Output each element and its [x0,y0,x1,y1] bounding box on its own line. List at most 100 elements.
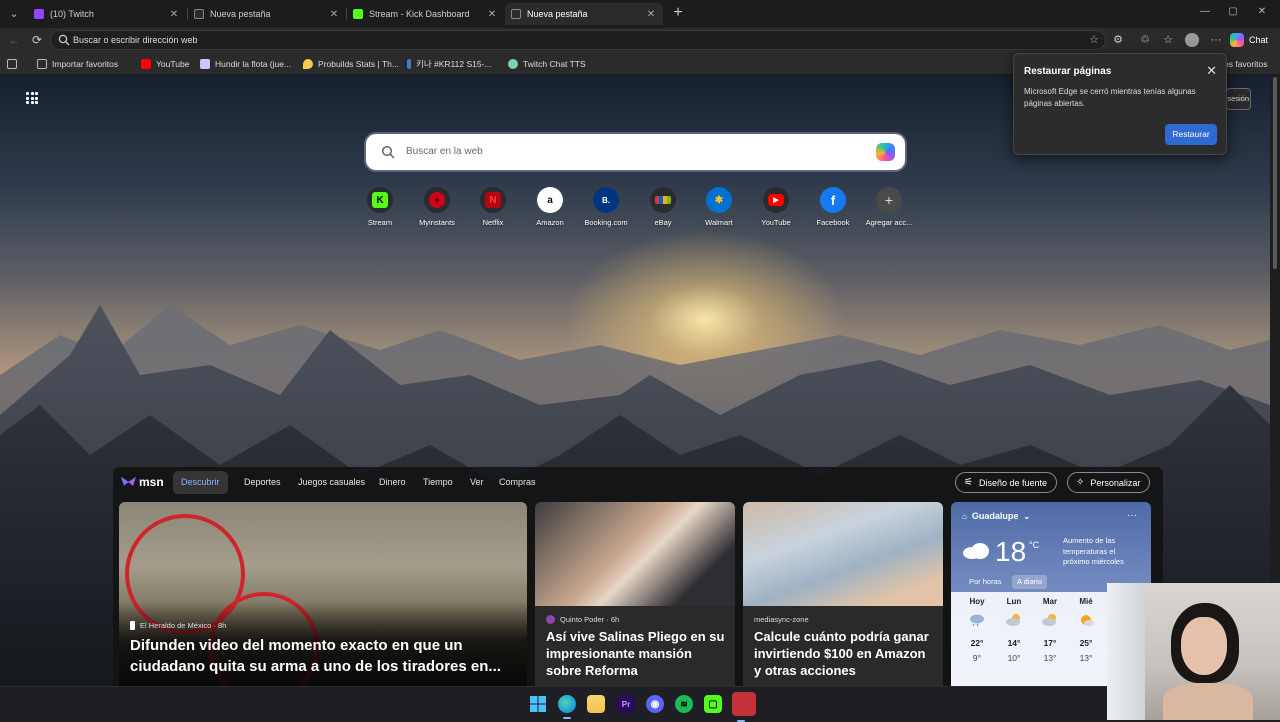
close-icon[interactable]: ✕ [1206,63,1217,79]
news-card-image [743,502,943,606]
quick-link-ebay[interactable]: eBay [635,187,691,227]
start-icon[interactable] [529,695,547,713]
premiere-icon[interactable]: Pr [617,695,635,713]
forecast-day[interactable]: Mar 17° 13° [1032,597,1068,663]
news-source: mediasync-zone [754,615,809,624]
quick-link-amazon[interactable]: a Amazon [522,187,578,227]
copilot-icon [1230,33,1244,47]
bookmark-import-favorites[interactable]: Importar favoritos [37,57,118,70]
weather-tab-hourly[interactable]: Por horas [964,575,1007,589]
web-search-box[interactable]: Buscar en la web [366,134,905,170]
tab-new-tab-active[interactable]: Nueva pestaña ✕ [505,3,663,25]
file-explorer-icon[interactable] [587,695,605,713]
new-tab-plus-icon[interactable]: + [670,4,686,22]
quick-link-walmart[interactable]: ✱ Walmart [691,187,747,227]
tab-new-tab-1[interactable]: Nueva pestaña ✕ [188,3,346,25]
msn-tab-deportes[interactable]: Deportes [236,471,289,494]
tab-close-icon[interactable]: ✕ [168,9,180,20]
maximize-icon[interactable]: ▢ [1225,6,1241,17]
bookmark-twitch-chat-tts[interactable]: Twitch Chat TTS [508,57,586,70]
bookmark-hundir-la-flota[interactable]: Hundir la flota (jue... [200,57,291,70]
personalize-button[interactable]: ✧ Personalizar [1067,472,1151,493]
weather-location[interactable]: ⌂ Guadalupe ⌄ [962,511,1030,521]
profile-avatar[interactable] [1185,33,1199,47]
quick-link-facebook[interactable]: f Facebook [805,187,861,227]
source-logo-icon [546,615,555,624]
spotify-icon[interactable]: ≋ [675,695,693,713]
address-bar[interactable]: Buscar o escribir dirección web ☆ [50,30,1106,50]
more-options-icon[interactable]: ··· [1127,510,1137,521]
msn-tab-tiempo[interactable]: Tiempo [415,471,461,494]
tab-kick-dashboard[interactable]: Stream - Kick Dashboard ✕ [347,3,504,25]
font-design-button[interactable]: ⚟ Diseño de fuente [955,472,1058,493]
news-headline[interactable]: Difunden video del momento exacto en que… [130,635,522,677]
forecast-day[interactable]: Mié 25° 13° [1068,597,1104,663]
msn-tab-compras[interactable]: Compras [491,471,544,494]
battleship-icon [200,58,210,69]
home-icon: ⌂ [962,511,967,521]
temperature-unit[interactable]: °C [1029,540,1039,550]
msn-tab-descubrir[interactable]: Descubrir [173,471,228,494]
extensions-icon[interactable]: ⚙ [1111,33,1125,47]
msn-tab-dinero[interactable]: Dinero [371,471,414,494]
refresh-icon[interactable]: ⟳ [29,32,45,48]
msn-tab-juegos-casuales[interactable]: Juegos casuales [290,471,373,494]
bookmark-kr112[interactable]: 키나 #KR112 S15-... [407,57,492,70]
edge-icon[interactable] [558,695,576,719]
web-search-input[interactable]: Buscar en la web [406,146,483,157]
quick-link-myinstants[interactable]: ● Myinstants [409,187,465,227]
forecast-day[interactable]: Lun 14° 10° [996,597,1032,663]
copilot-icon[interactable] [876,143,895,161]
back-icon[interactable]: ← [6,32,22,48]
kick-icon: K [367,187,393,213]
bookmark-youtube[interactable]: YouTube [141,57,189,70]
quick-link-add-shortcut[interactable]: + Agregar acc... [861,187,917,227]
more-options-icon[interactable]: ··· [1209,33,1223,47]
walmart-icon: ✱ [706,187,732,213]
msn-tab-ver[interactable]: Ver [462,471,492,494]
sliders-icon: ⚟ [964,477,973,488]
copilot-chat-button[interactable]: Chat [1230,32,1268,48]
quick-link-booking[interactable]: B. Booking.com [578,187,634,227]
signin-button[interactable]: sesión [1226,88,1251,110]
close-window-icon[interactable]: ✕ [1254,6,1270,17]
kick-app-icon[interactable]: ▢ [704,695,722,713]
tab-close-icon[interactable]: ✕ [486,9,498,20]
apps-launcher-icon[interactable] [26,92,38,104]
address-input[interactable]: Buscar o escribir dirección web [73,35,198,45]
news-card[interactable]: mediasync-zone Calcule cuánto podría gan… [743,502,943,686]
news-headline[interactable]: Calcule cuánto podría ganar invirtiendo … [754,628,936,679]
scrollbar-thumb[interactable] [1273,77,1277,269]
news-card[interactable]: Quinto Poder · 6h Así vive Salinas Plieg… [535,502,735,686]
weather-alert[interactable]: Aumento de las temperaturas el próximo m… [1063,536,1143,568]
bookmark-probuilds[interactable]: Probuilds Stats | Th... [303,57,399,70]
add-favorite-star-icon[interactable]: ☆ [1089,33,1099,46]
news-card-featured[interactable]: El Heraldo de México · 8h Difunden video… [119,502,527,686]
cloud-icon [963,543,989,559]
tab-close-icon[interactable]: ✕ [328,9,340,20]
app-icon[interactable] [732,692,756,722]
news-source: Quinto Poder · 6h [546,615,619,624]
quick-link-youtube[interactable]: ▶ YouTube [748,187,804,227]
tab-actions-chevron-icon[interactable]: ⌄ [4,4,24,24]
forecast-day[interactable]: Hoy 22° 9° [959,597,995,663]
minimize-icon[interactable]: — [1197,6,1213,17]
sidebar-toggle-icon[interactable] [7,57,22,70]
tab-close-icon[interactable]: ✕ [645,9,657,20]
other-favorites[interactable]: os favoritos [1224,57,1267,70]
restore-button[interactable]: Restaurar [1165,124,1217,145]
msn-logo[interactable]: msn [121,475,164,489]
msn-feed: msn Descubrir Deportes Juegos casuales D… [113,467,1163,686]
windows-taskbar: Pr ◉ ≋ ▢ [0,686,1280,722]
tab-twitch[interactable]: (10) Twitch ✕ [28,3,186,25]
youtube-icon: ▶ [763,187,789,213]
page-favicon-icon [194,9,204,19]
favorites-icon[interactable]: ☆ [1161,33,1175,47]
quick-link-netflix[interactable]: N Netflix [465,187,521,227]
news-headline[interactable]: Así vive Salinas Pliego en su impresiona… [546,628,726,679]
quick-link-stream[interactable]: K Stream [352,187,408,227]
discord-icon[interactable]: ◉ [646,695,664,713]
browser-essentials-icon[interactable]: ♲ [1138,33,1152,47]
source-logo-icon [130,621,135,630]
weather-tab-daily[interactable]: A diario [1012,575,1048,589]
